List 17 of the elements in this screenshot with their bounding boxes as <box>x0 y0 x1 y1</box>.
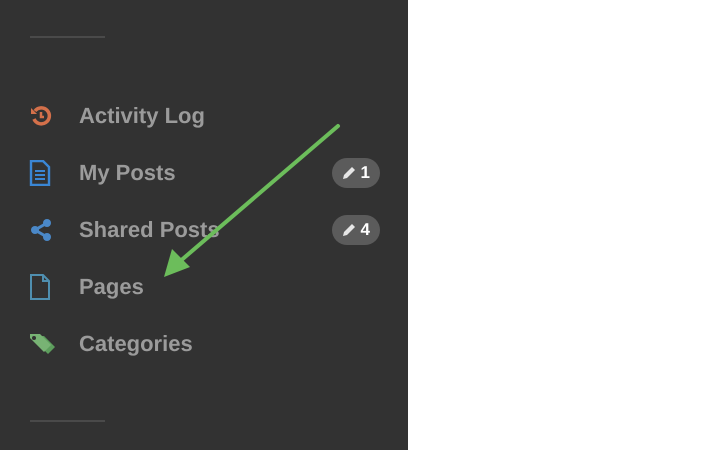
item-label: Activity Log <box>79 102 206 128</box>
draft-count-badge: 4 <box>332 214 380 244</box>
item-label: My Posts <box>79 160 177 186</box>
sidebar-item[interactable]: My Posts 1 <box>0 144 408 201</box>
draft-count-badge: 1 <box>332 158 380 188</box>
item-label: Categories <box>79 330 194 356</box>
page-icon <box>29 274 51 300</box>
pencil-icon <box>342 222 356 236</box>
sidebar-item[interactable]: Pages <box>0 258 408 315</box>
document-icon <box>29 160 51 186</box>
sidebar-item[interactable]: Activity Log <box>0 87 408 144</box>
history-icon <box>29 104 53 128</box>
share-icon <box>29 218 53 242</box>
pencil-icon <box>342 166 356 180</box>
item-label: Pages <box>79 274 145 300</box>
tags-icon <box>29 332 57 356</box>
sidebar-item[interactable]: Categories <box>0 315 408 372</box>
